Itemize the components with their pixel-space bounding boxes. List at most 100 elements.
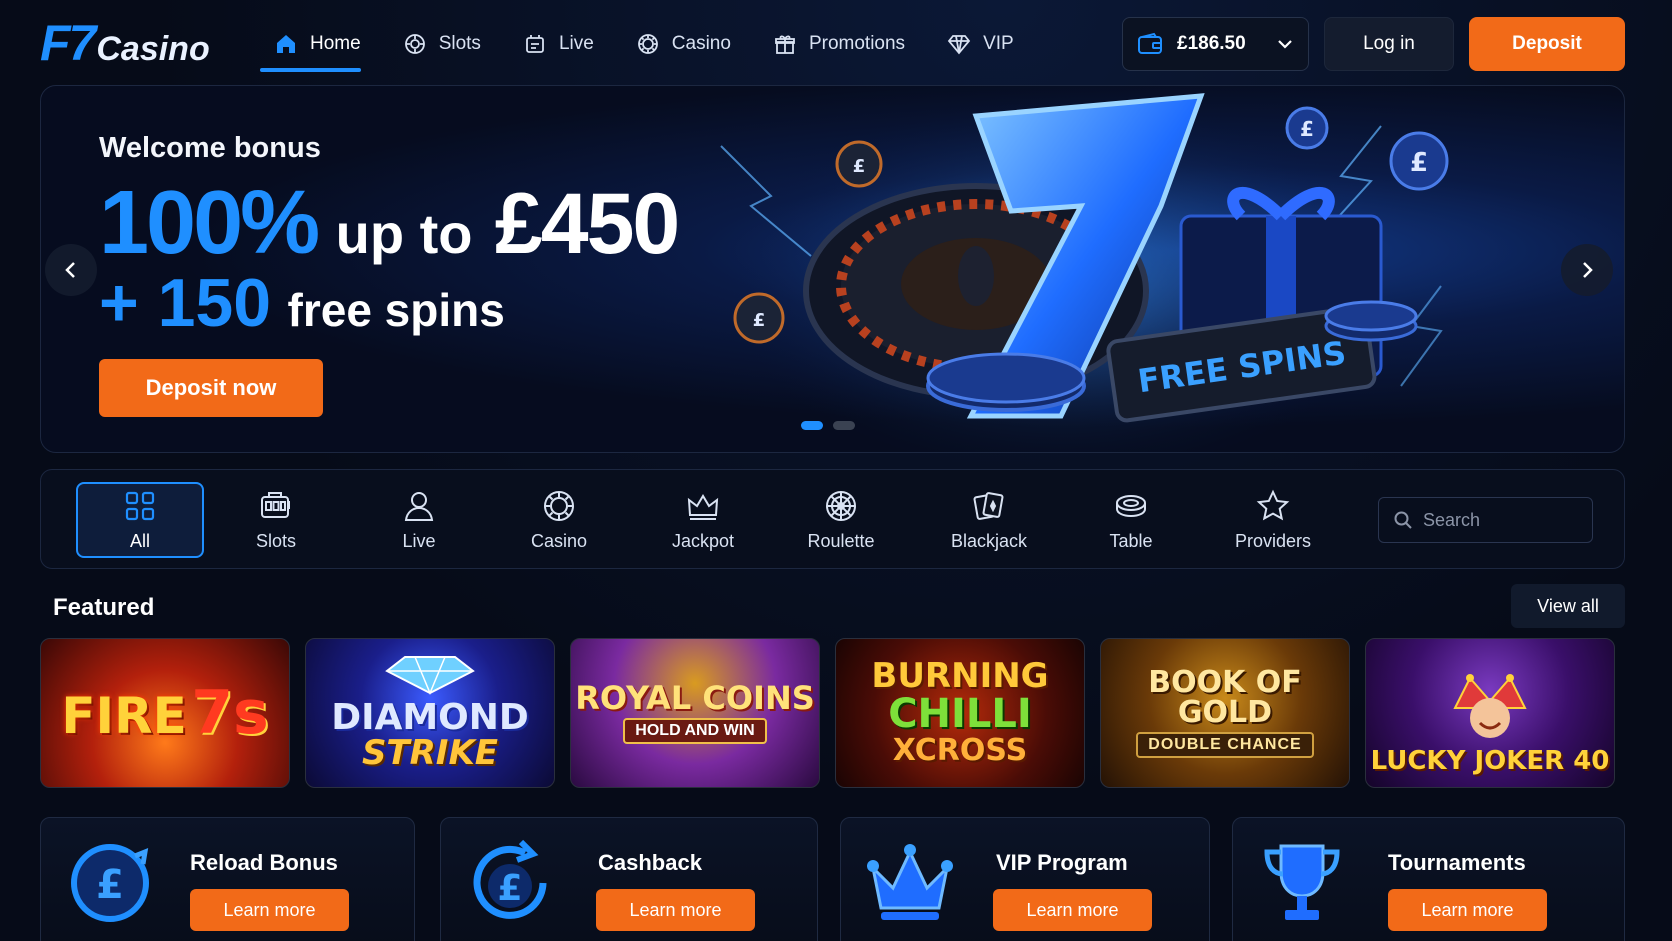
learn-more-button[interactable]: Learn more: [993, 889, 1152, 931]
deposit-button[interactable]: Deposit: [1469, 17, 1625, 71]
game-title-line1: ROYAL COINS: [575, 679, 815, 717]
search-box[interactable]: [1378, 497, 1593, 543]
nav-casino-label: Casino: [671, 33, 731, 54]
nav-live-label: Live: [558, 33, 594, 54]
login-button[interactable]: Log in: [1324, 17, 1454, 71]
category-roulette[interactable]: Roulette: [791, 482, 891, 558]
category-providers[interactable]: Providers: [1213, 482, 1333, 558]
promo-title: Tournaments: [1388, 850, 1526, 875]
learn-more-button[interactable]: Learn more: [1388, 889, 1547, 931]
nav-home-label: Home: [310, 33, 361, 54]
nav-vip[interactable]: VIP: [931, 22, 1030, 66]
slot-machine-icon: [261, 491, 290, 518]
pound-refresh-icon: £: [71, 844, 149, 922]
nav-promotions-label: Promotions: [808, 33, 906, 54]
promo-title: Reload Bonus: [190, 850, 338, 875]
game-tile-fire-7s[interactable]: FIRE 7s: [40, 638, 290, 788]
trophy-icon: [1264, 844, 1340, 920]
star-icon: [1256, 489, 1290, 520]
diamond-icon: [947, 35, 971, 55]
hero-up-to: up to: [335, 202, 473, 265]
deposit-now-button[interactable]: Deposit now: [99, 359, 323, 417]
hero-spins-text: free spins: [287, 284, 505, 336]
game-tile-book-of-gold[interactable]: BOOK OF GOLD DOUBLE CHANCE: [1100, 638, 1350, 788]
chip-pound-4: £: [753, 310, 766, 331]
casino-chip-icon: [637, 34, 658, 54]
game-tile-lucky-joker[interactable]: LUCKY JOKER 40: [1365, 638, 1615, 788]
grid-icon: [125, 491, 155, 520]
game-subtitle: HOLD AND WIN: [623, 718, 767, 744]
promo-card-vip-program: VIP Program Learn more: [840, 817, 1210, 941]
svg-text:£: £: [96, 862, 124, 908]
hero-spins: + 150 free spins: [99, 264, 505, 342]
hero-amount: £450: [494, 176, 680, 272]
category-slots[interactable]: Slots: [226, 482, 326, 558]
category-slots-label: Slots: [255, 530, 297, 551]
game-title-line2: LUCKY JOKER 40: [1370, 745, 1610, 776]
diamond-icon: [385, 655, 475, 695]
view-all-button[interactable]: View all: [1511, 584, 1625, 628]
carousel-dot-2[interactable]: [833, 421, 855, 430]
search-input[interactable]: [1423, 509, 1573, 531]
category-live-label: Live: [402, 530, 436, 551]
balance-amount: £186.50: [1177, 33, 1246, 54]
table-chips-icon: [1116, 494, 1146, 517]
game-title-line1: BURNING: [871, 656, 1049, 697]
nav-promotions[interactable]: Promotions: [757, 22, 921, 66]
chevron-right-icon: [1583, 262, 1593, 278]
learn-more-button[interactable]: Learn more: [190, 889, 349, 931]
game-tile-diamond-strike[interactable]: DIAMOND STRIKE: [305, 638, 555, 788]
featured-games: FIRE 7s DIAMOND STRIKE ROYAL COINS HOLD …: [40, 638, 1625, 788]
chip-pound-3: £: [853, 156, 866, 177]
learn-more-button[interactable]: Learn more: [596, 889, 755, 931]
hero-spins-count: + 150: [99, 265, 272, 341]
hero-next-button[interactable]: [1561, 244, 1613, 296]
site-logo[interactable]: F7 Casino: [40, 14, 210, 72]
category-blackjack[interactable]: Blackjack: [929, 482, 1049, 558]
carousel-dot-1[interactable]: [801, 421, 823, 430]
game-title: ROYAL COINS HOLD AND WIN: [575, 682, 815, 744]
game-title-line2: CHILLI: [888, 691, 1032, 738]
nav-slots-label: Slots: [438, 33, 481, 54]
chevron-down-icon: [1278, 40, 1292, 49]
game-tile-royal-coins[interactable]: ROYAL COINS HOLD AND WIN: [570, 638, 820, 788]
category-casino[interactable]: Casino: [509, 482, 609, 558]
game-title-line1: DIAMOND: [331, 696, 529, 738]
game-title-line2: STRIKE: [361, 732, 499, 773]
category-all[interactable]: All: [76, 482, 204, 558]
chip-icon: [544, 490, 574, 521]
game-tile-burning-chilli[interactable]: BURNING CHILLI XCROSS: [835, 638, 1085, 788]
category-bar: All Slots Live Casino Jackpot Roulette B…: [40, 469, 1625, 569]
game-title: FIRE 7s: [61, 681, 268, 745]
search-icon: [1394, 511, 1412, 529]
wallet-icon: [1138, 32, 1162, 54]
promo-title: Cashback: [598, 850, 702, 875]
game-title: BURNING CHILLI XCROSS: [871, 659, 1048, 767]
roulette-icon: [826, 490, 856, 521]
nav-live[interactable]: Live: [507, 22, 610, 66]
logo-f7: F7: [40, 15, 96, 71]
logo-casino: Casino: [96, 30, 210, 68]
category-blackjack-label: Blackjack: [950, 530, 1028, 551]
chip-pound-1: £: [1300, 117, 1314, 141]
game-title: LUCKY JOKER 40: [1370, 673, 1610, 776]
main-nav: Home Slots Live Casino Promotions VIP: [258, 22, 1040, 72]
carousel-dots: [801, 421, 855, 430]
game-subtitle: DOUBLE CHANCE: [1136, 732, 1314, 758]
person-icon: [404, 491, 434, 521]
category-all-label: All: [129, 530, 150, 551]
category-jackpot[interactable]: Jackpot: [653, 482, 753, 558]
nav-casino[interactable]: Casino: [620, 22, 747, 66]
category-table[interactable]: Table: [1081, 482, 1181, 558]
nav-slots[interactable]: Slots: [387, 22, 497, 66]
nav-vip-label: VIP: [983, 33, 1014, 54]
hero-prev-button[interactable]: [45, 244, 97, 296]
home-icon: [277, 35, 295, 53]
hero-artwork: FREE SPINS £ £ £ £: [720, 93, 1449, 452]
category-casino-label: Casino: [530, 530, 588, 551]
live-icon: [526, 35, 544, 53]
balance-dropdown[interactable]: £186.50: [1122, 17, 1309, 71]
casino-page: F7 Casino Home Slots Live Casino Promoti…: [0, 0, 1672, 941]
nav-home[interactable]: Home: [258, 22, 377, 72]
category-live[interactable]: Live: [369, 482, 469, 558]
